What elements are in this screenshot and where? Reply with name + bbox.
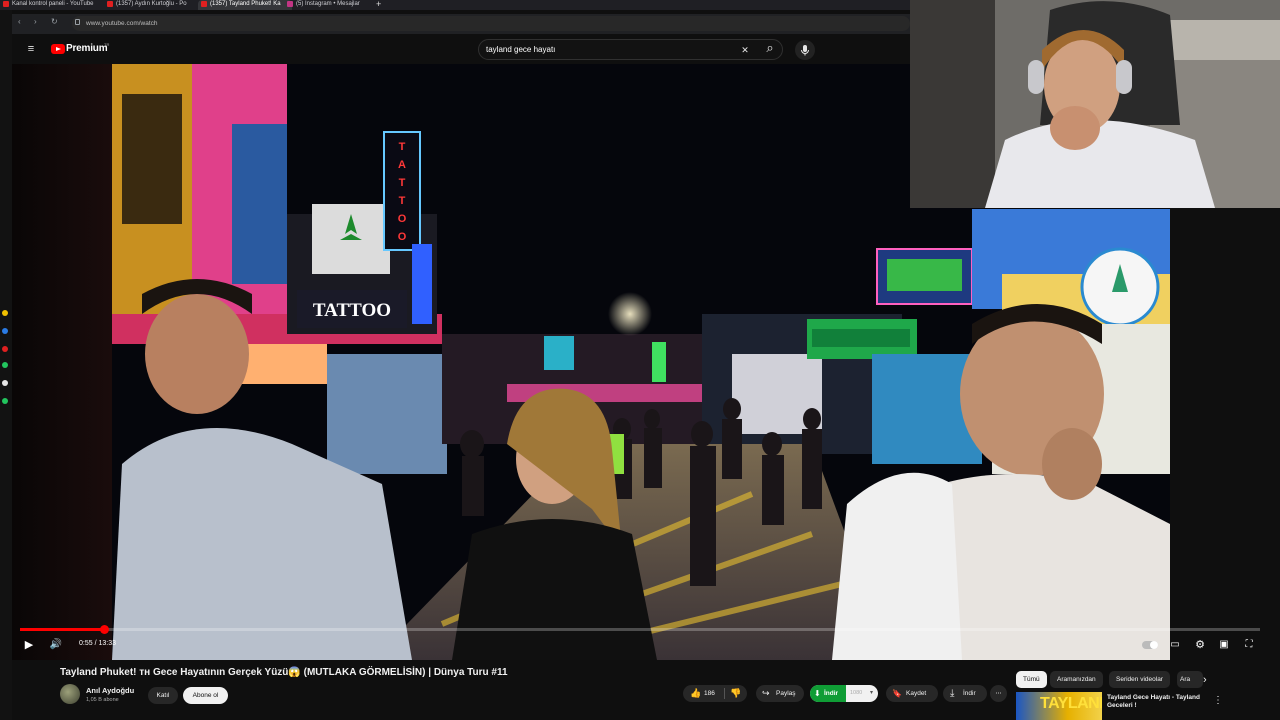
like-icon[interactable]: 👍 <box>690 685 701 702</box>
forward-icon[interactable]: › <box>34 17 37 27</box>
url-text: www.youtube.com/watch <box>86 20 158 27</box>
status-dot <box>2 398 8 404</box>
subscriber-count: 1,05 B abone <box>86 697 119 703</box>
bookmark-icon: 🔖 <box>892 689 902 698</box>
download-extension-group: ⬇ İndir 1080 ▾ <box>810 685 878 702</box>
youtube-logo-icon[interactable] <box>51 44 65 54</box>
quality-select[interactable]: 1080 <box>850 685 862 702</box>
volume-icon[interactable]: 🔊 <box>48 638 64 652</box>
youtube-studio-icon <box>3 1 9 7</box>
back-icon[interactable]: ‹ <box>18 17 21 27</box>
status-dot <box>2 310 8 316</box>
chip-series[interactable]: Seriden videolar <box>1109 671 1170 688</box>
progress-scrubber[interactable] <box>99 625 109 634</box>
share-icon: ↪ <box>762 688 770 698</box>
clear-search-icon[interactable]: ✕ <box>738 44 752 56</box>
save-label: Kaydet <box>906 690 927 697</box>
search-input[interactable] <box>486 41 726 58</box>
youtube-icon <box>201 1 207 7</box>
play-button[interactable]: ▶ <box>22 638 36 652</box>
browser-tab[interactable]: Kanal kontrol paneli - YouTube <box>0 0 112 10</box>
menu-icon[interactable]: ≡ <box>24 43 38 55</box>
video-left-edge <box>12 64 112 660</box>
status-dot <box>2 346 8 352</box>
svg-text:O: O <box>398 231 407 243</box>
tab-label: (1357) Aydın Kurtoğlu - Po <box>116 1 187 7</box>
svg-text:T: T <box>399 195 406 207</box>
status-dot <box>2 328 8 334</box>
save-button[interactable]: 🔖 Kaydet <box>886 685 938 702</box>
browser-tab[interactable]: (1357) Aydın Kurtoğlu - Po <box>104 0 208 10</box>
webcam-overlay <box>910 0 1280 208</box>
download-icon: ⤓ <box>950 688 955 699</box>
video-title: Tayland Phuket! ᴛʜ Gece Hayatının Gerçek… <box>60 667 508 678</box>
voice-search-button[interactable] <box>795 40 815 60</box>
chip-from-search[interactable]: Aramanızdan <box>1050 671 1103 688</box>
tattoo-sign-vertical: T <box>399 141 406 153</box>
dislike-icon[interactable]: 👎 <box>730 685 741 702</box>
download-arrow-icon: ⬇ <box>814 689 821 698</box>
more-actions-button[interactable]: ⋯ <box>990 685 1007 702</box>
status-dot <box>2 362 8 368</box>
toggle-knob <box>1150 641 1158 649</box>
join-button[interactable]: Katıl <box>148 687 178 704</box>
fullscreen-icon[interactable]: ⛶ <box>1242 638 1256 652</box>
share-label: Paylaş <box>776 690 796 697</box>
download-button[interactable]: ⤓ İndir <box>943 685 987 702</box>
chip-all[interactable]: Tümü <box>1016 671 1047 688</box>
reload-icon[interactable]: ↻ <box>51 17 58 27</box>
url-field[interactable]: www.youtube.com/watch <box>72 16 910 31</box>
lock-icon <box>75 19 80 25</box>
subtitles-icon[interactable]: ▭ <box>1168 638 1182 652</box>
svg-text:O: O <box>398 213 407 225</box>
new-tab-icon[interactable]: + <box>376 0 381 9</box>
avatar[interactable] <box>60 684 80 704</box>
search-icon[interactable]: ⌕ <box>762 41 778 54</box>
streamer-image <box>910 0 1280 208</box>
more-icon: ⋯ <box>995 690 1002 697</box>
browser-tab-strip: Kanal kontrol paneli - YouTube (1357) Ay… <box>0 0 910 10</box>
channel-name[interactable]: Anıl Aydoğdu <box>86 686 134 695</box>
youtube-icon <box>107 1 113 7</box>
settings-icon[interactable]: ⚙ <box>1193 638 1207 652</box>
autoplay-toggle[interactable] <box>1142 641 1158 649</box>
brand-region: TR <box>104 42 110 47</box>
thumbnail-text: TAYLAND <box>1040 695 1102 712</box>
recommendation-more-icon[interactable]: ⋮ <box>1213 695 1223 706</box>
download-ext-label: İndir <box>824 690 839 697</box>
tattoo-sign: TATTOO <box>313 300 391 321</box>
status-dot <box>2 380 8 386</box>
tab-label: Kanal kontrol paneli - YouTube <box>12 1 94 7</box>
tab-label: (5) Instagram • Mesajlar <box>296 1 360 7</box>
chip-more[interactable]: Ara <box>1177 671 1203 688</box>
miniplayer-icon[interactable]: ▣ <box>1217 638 1231 652</box>
instagram-icon <box>287 1 293 7</box>
recommendation-title[interactable]: Tayland Gece Hayatı - Tayland Geceleri ! <box>1107 694 1207 710</box>
like-count[interactable]: 186 <box>704 685 715 702</box>
subscribe-button[interactable]: Abone ol <box>183 687 228 704</box>
share-button[interactable]: ↪ Paylaş <box>756 685 804 702</box>
svg-text:A: A <box>398 159 406 171</box>
divider <box>724 688 725 699</box>
time-display: 0:55 / 13:33 <box>79 640 116 647</box>
os-left-strip <box>0 10 12 720</box>
tab-label: (1357) Tayland Phuket! Ka <box>210 1 281 7</box>
download-label: İndir <box>963 690 976 697</box>
progress-bar[interactable] <box>20 628 1260 631</box>
recommendation-thumbnail[interactable]: TAYLAND <box>1016 692 1102 720</box>
svg-text:T: T <box>399 177 406 189</box>
like-dislike-group: 👍 186 👎 <box>683 685 747 702</box>
brand-label[interactable]: Premium <box>66 43 108 54</box>
browser-tab[interactable]: (5) Instagram • Mesajlar <box>284 0 384 10</box>
progress-fill <box>20 628 105 631</box>
mic-icon <box>801 45 809 56</box>
browser-tab-active[interactable]: (1357) Tayland Phuket! Ka <box>198 0 292 10</box>
chevron-down-icon[interactable]: ▾ <box>870 685 873 702</box>
chips-next-icon[interactable]: › <box>1203 674 1207 686</box>
